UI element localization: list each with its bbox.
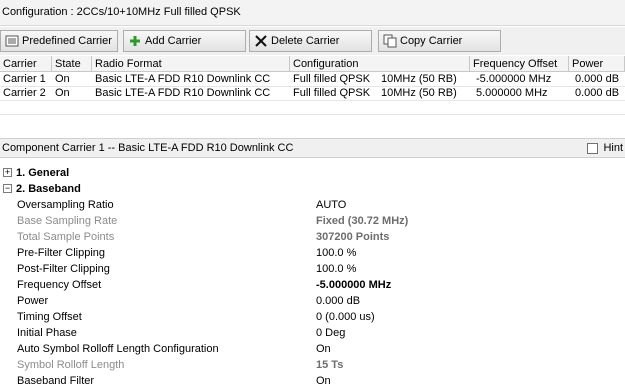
property-value[interactable]: 0 Deg <box>316 325 345 341</box>
property-row[interactable]: Post-Filter Clipping 100.0 % <box>0 261 625 277</box>
property-row: Total Sample Points 307200 Points <box>0 229 625 245</box>
property-name: Initial Phase <box>17 327 77 339</box>
property-value: 15 Ts <box>316 359 344 371</box>
header-radio-format[interactable]: Radio Format <box>92 56 290 72</box>
cell-radio-format: Basic LTE-A FDD R10 Downlink CC <box>95 73 271 85</box>
property-value[interactable]: AUTO <box>316 197 346 213</box>
property-value[interactable]: On <box>316 373 331 389</box>
header-frequency-offset[interactable]: Frequency Offset <box>470 56 569 72</box>
property-value[interactable]: 100.0 % <box>316 261 356 277</box>
list-icon <box>5 34 19 48</box>
hint-checkbox[interactable]: Hint <box>587 142 623 154</box>
cell-state: On <box>55 73 70 85</box>
cell-power: 0.000 dB <box>575 87 620 99</box>
cell-bandwidth: 10MHz (50 RB) <box>381 73 457 85</box>
property-name: Frequency Offset <box>17 279 102 291</box>
cell-frequency-offset: 5.000000 MHz <box>476 87 548 99</box>
carrier-toolbar: Predefined Carrier Add Carrier Delete Ca… <box>0 27 625 55</box>
section-general[interactable]: + 1. General <box>0 165 625 181</box>
section-label: 1. General <box>16 167 70 179</box>
add-carrier-button[interactable]: Add Carrier <box>123 30 246 52</box>
row-divider <box>0 100 625 101</box>
property-name: Symbol Rolloff Length <box>17 359 125 371</box>
cell-carrier: Carrier 2 <box>3 87 46 99</box>
property-row[interactable]: Oversampling Ratio AUTO <box>0 197 625 213</box>
table-row[interactable]: Carrier 2 On Basic LTE-A FDD R10 Downlin… <box>0 87 625 100</box>
property-row[interactable]: Pre-Filter Clipping 100.0 % <box>0 245 625 261</box>
predefined-carrier-label: Predefined Carrier <box>22 35 112 47</box>
cell-power: 0.000 dB <box>575 73 620 85</box>
property-row: Base Sampling Rate Fixed (30.72 MHz) <box>0 213 625 229</box>
copy-carrier-button[interactable]: Copy Carrier <box>378 30 501 52</box>
add-carrier-label: Add Carrier <box>145 35 202 47</box>
property-value[interactable]: 0 (0.000 us) <box>316 309 375 325</box>
property-name: Pre-Filter Clipping <box>17 247 106 259</box>
close-icon <box>254 34 268 48</box>
property-value[interactable]: -5.000000 MHz <box>316 277 391 293</box>
section-label: 2. Baseband <box>16 183 81 195</box>
row-divider <box>0 114 625 115</box>
property-value[interactable]: 0.000 dB <box>316 293 360 309</box>
property-row[interactable]: Initial Phase 0 Deg <box>0 325 625 341</box>
cell-frequency-offset: -5.000000 MHz <box>476 73 552 85</box>
property-name: Baseband Filter <box>17 375 95 387</box>
hint-label: Hint <box>603 142 623 154</box>
property-row[interactable]: Timing Offset 0 (0.000 us) <box>0 309 625 325</box>
property-name: Timing Offset <box>17 311 82 323</box>
property-value[interactable]: On <box>316 341 331 357</box>
cell-state: On <box>55 87 70 99</box>
property-row[interactable]: Auto Symbol Rolloff Length Configuration… <box>0 341 625 357</box>
component-carrier-title: Component Carrier 1 -- Basic LTE-A FDD R… <box>2 142 294 154</box>
cell-radio-format: Basic LTE-A FDD R10 Downlink CC <box>95 87 271 99</box>
table-row[interactable]: Carrier 1 On Basic LTE-A FDD R10 Downlin… <box>0 73 625 86</box>
predefined-carrier-button[interactable]: Predefined Carrier <box>0 30 118 52</box>
section-baseband[interactable]: − 2. Baseband <box>0 181 625 197</box>
property-name: Auto Symbol Rolloff Length Configuration <box>17 343 219 355</box>
cell-configuration: Full filled QPSK <box>293 73 371 85</box>
property-value[interactable]: 100.0 % <box>316 245 356 261</box>
carrier-grid: Carrier State Radio Format Configuration… <box>0 56 625 128</box>
property-name: Oversampling Ratio <box>17 199 114 211</box>
property-row[interactable]: Frequency Offset -5.000000 MHz <box>0 277 625 293</box>
component-carrier-header: Component Carrier 1 -- Basic LTE-A FDD R… <box>0 138 625 158</box>
property-name: Power <box>17 295 49 307</box>
property-name: Total Sample Points <box>17 231 115 243</box>
checkbox-icon[interactable] <box>587 142 599 154</box>
collapse-icon[interactable]: − <box>3 184 12 193</box>
property-row: Symbol Rolloff Length 15 Ts <box>0 357 625 373</box>
property-name: Base Sampling Rate <box>17 215 118 227</box>
property-row[interactable]: Baseband Filter On <box>0 373 625 389</box>
cell-carrier: Carrier 1 <box>3 73 46 85</box>
property-value: 307200 Points <box>316 231 390 243</box>
expand-icon[interactable]: + <box>3 168 12 177</box>
property-name: Post-Filter Clipping <box>17 263 110 275</box>
delete-carrier-button[interactable]: Delete Carrier <box>249 30 372 52</box>
header-power[interactable]: Power <box>569 56 625 72</box>
cell-bandwidth: 10MHz (50 RB) <box>381 87 457 99</box>
copy-icon <box>383 34 397 48</box>
copy-carrier-label: Copy Carrier <box>400 35 463 47</box>
cell-configuration: Full filled QPSK <box>293 87 371 99</box>
plus-icon <box>128 34 142 48</box>
property-value: Fixed (30.72 MHz) <box>316 215 409 227</box>
property-row[interactable]: Power 0.000 dB <box>0 293 625 309</box>
header-state[interactable]: State <box>52 56 92 72</box>
header-configuration[interactable]: Configuration <box>290 56 470 72</box>
grid-header: Carrier State Radio Format Configuration… <box>0 56 625 72</box>
header-carrier[interactable]: Carrier <box>0 56 52 72</box>
delete-carrier-label: Delete Carrier <box>271 35 340 47</box>
configuration-title: Configuration : 2CCs/10+10MHz Full fille… <box>0 0 625 26</box>
